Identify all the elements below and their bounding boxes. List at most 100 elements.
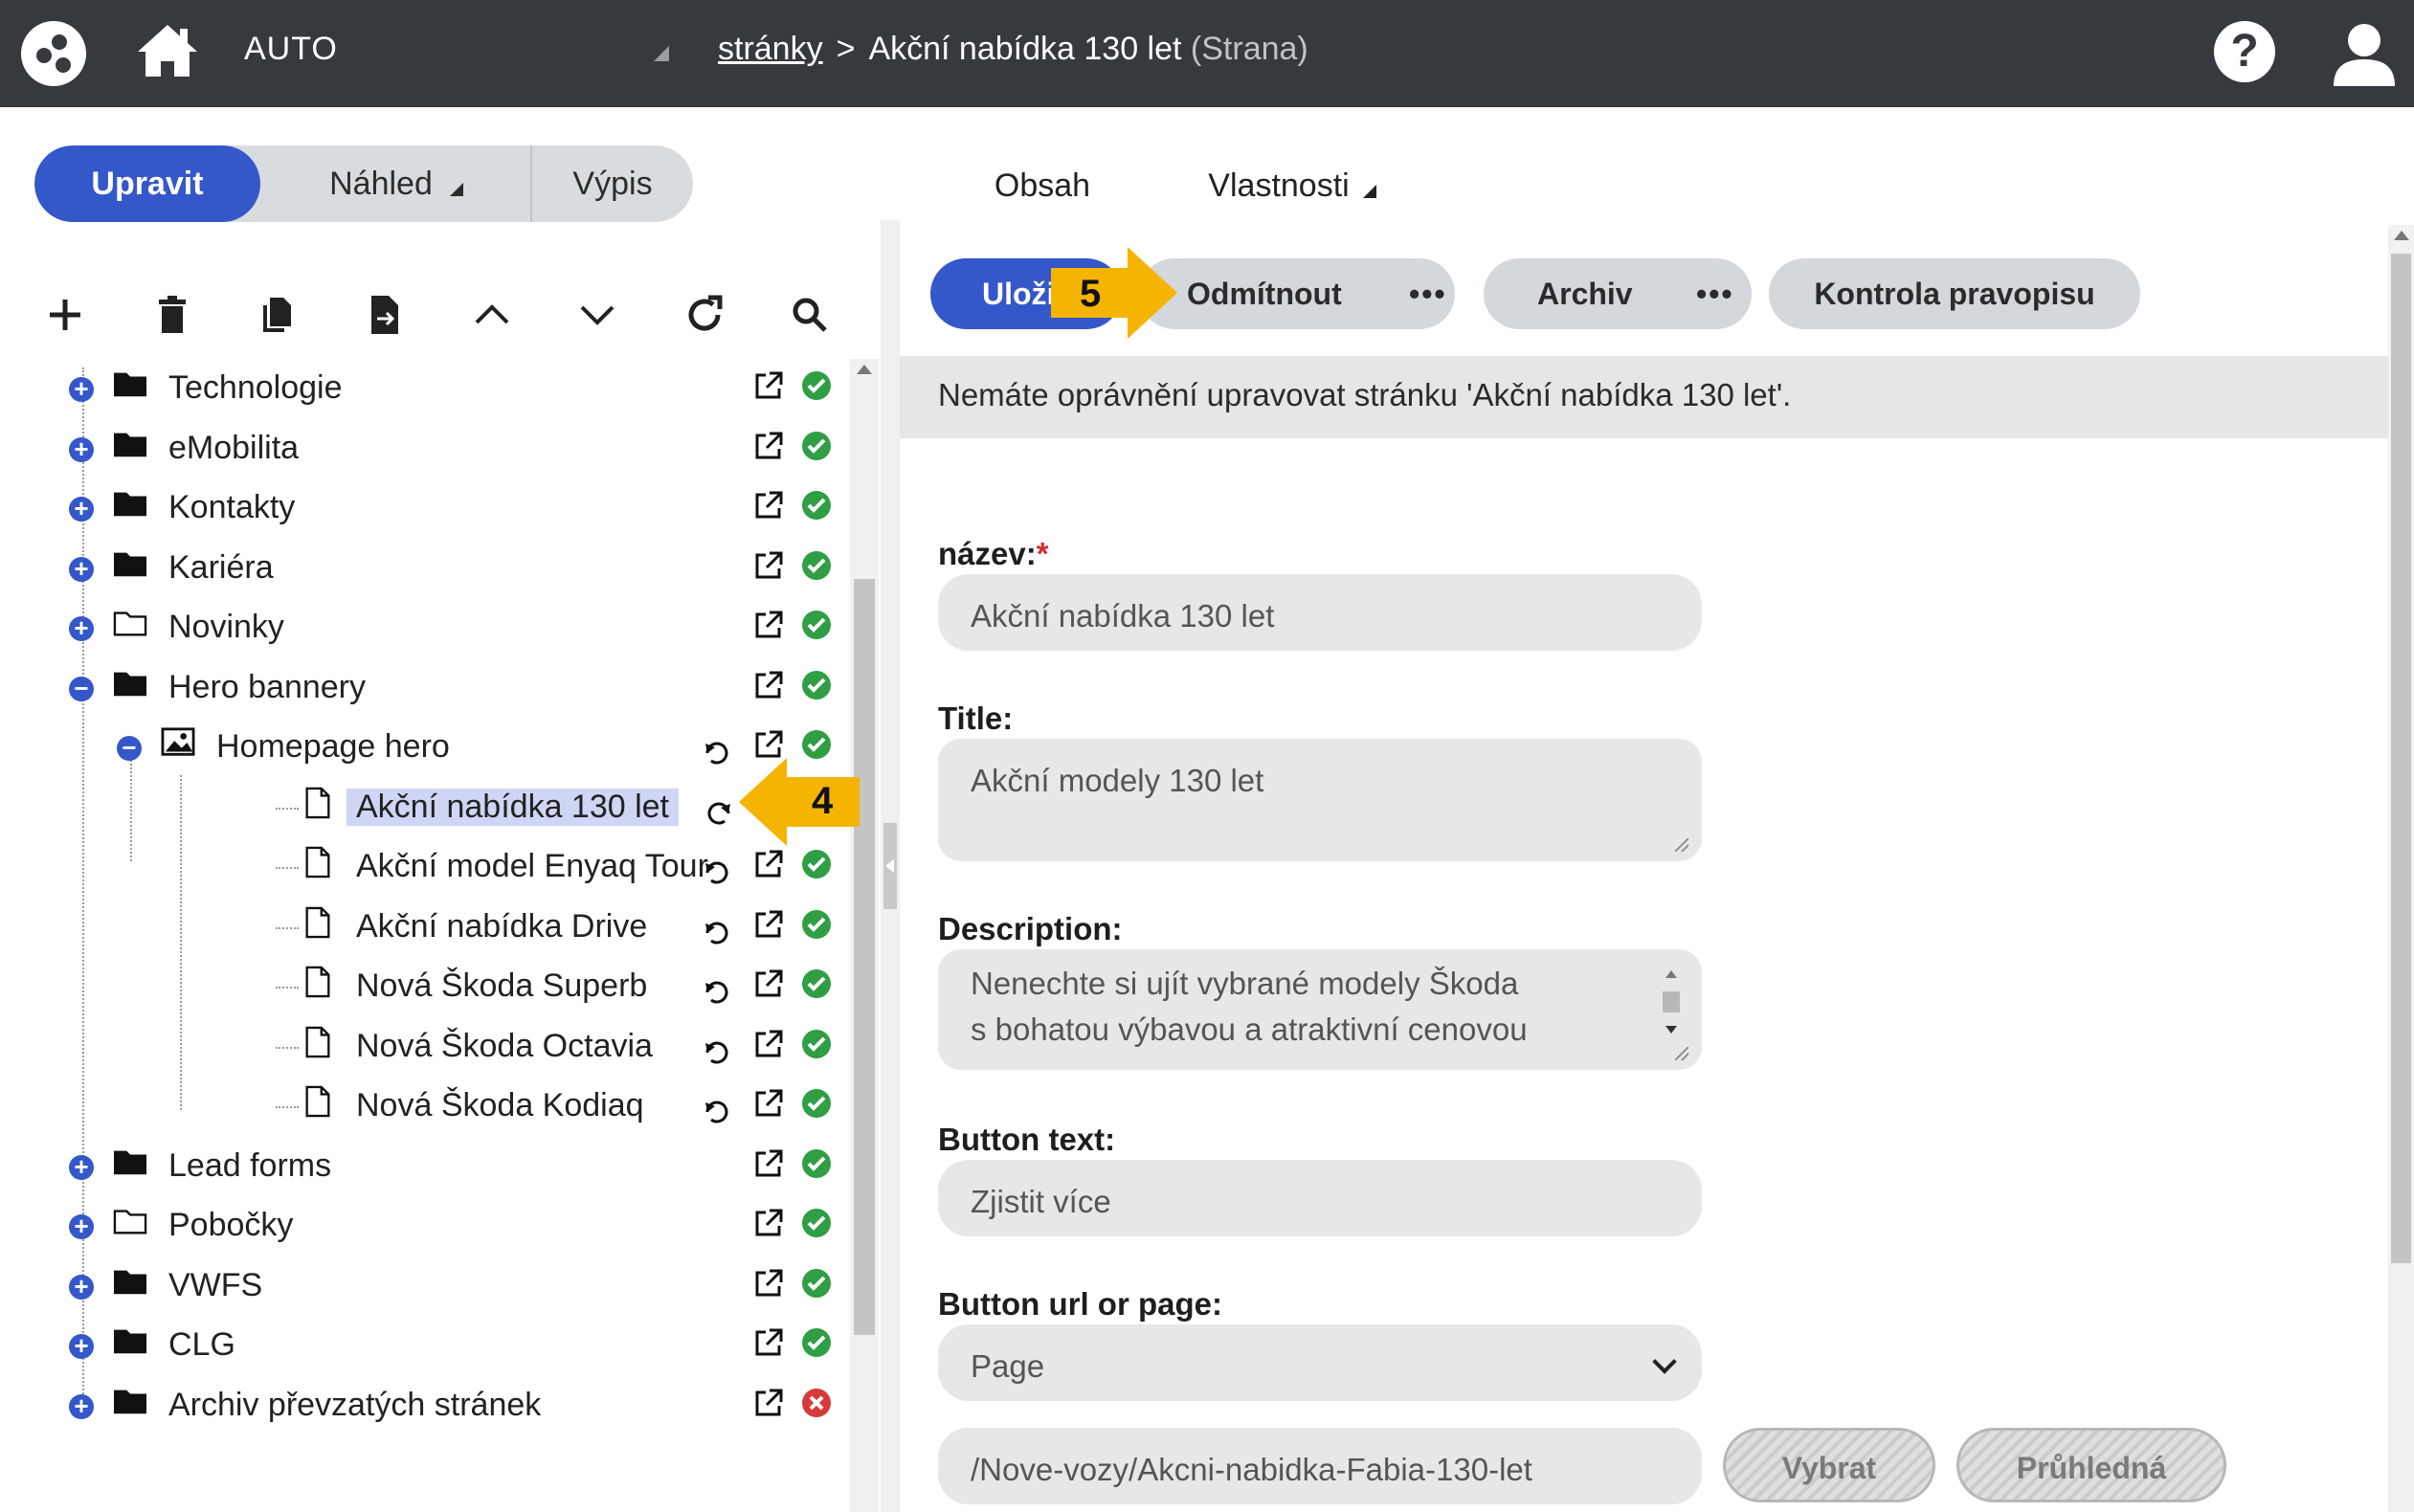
- open-external-icon[interactable]: [752, 609, 785, 641]
- tree-node[interactable]: − Hero bannery: [0, 661, 842, 715]
- open-external-icon[interactable]: [752, 1087, 785, 1120]
- tree-node[interactable]: + Kontakty: [0, 481, 842, 535]
- user-avatar-icon[interactable]: [2328, 17, 2401, 90]
- scroll-up-icon[interactable]: [2394, 231, 2409, 240]
- move-down-icon[interactable]: [574, 292, 620, 338]
- copy-icon[interactable]: [255, 292, 301, 338]
- description-textarea[interactable]: Nenechte si ujít vybrané modely Škoda s …: [938, 949, 1702, 1070]
- tree-node[interactable]: Nová Škoda Octavia: [0, 1020, 842, 1074]
- app-logo-icon[interactable]: [21, 21, 86, 86]
- expand-icon[interactable]: +: [69, 1213, 94, 1239]
- search-icon[interactable]: [787, 292, 833, 338]
- redo-icon[interactable]: [702, 912, 734, 945]
- tree-node[interactable]: + Lead forms: [0, 1140, 842, 1193]
- transparent-button[interactable]: Průhledná: [1956, 1428, 2226, 1502]
- breadcrumb-link-pages[interactable]: stránky: [718, 31, 823, 67]
- more-icon[interactable]: •••: [1409, 258, 1447, 329]
- open-external-icon[interactable]: [752, 1326, 785, 1359]
- tree-node-label[interactable]: Pobočky: [168, 1207, 293, 1244]
- tree-node-label[interactable]: VWFS: [168, 1267, 262, 1304]
- textarea-scrollbar[interactable]: [1660, 959, 1683, 1055]
- tree-node[interactable]: + Kariéra: [0, 542, 842, 595]
- more-icon[interactable]: •••: [1696, 258, 1734, 329]
- tree-node-label[interactable]: Novinky: [168, 609, 284, 646]
- tree-node-label[interactable]: Hero bannery: [168, 669, 366, 706]
- move-up-icon[interactable]: [469, 292, 515, 338]
- tree-node-label[interactable]: Kariéra: [168, 549, 274, 587]
- expand-icon[interactable]: +: [69, 1393, 94, 1419]
- resize-handle-icon[interactable]: [1675, 838, 1688, 852]
- tree-node[interactable]: Akční nabídka Drive: [0, 901, 842, 954]
- name-input[interactable]: Akční nabídka 130 let: [938, 574, 1702, 651]
- select-button[interactable]: Vybrat: [1723, 1428, 1935, 1502]
- tree-node-label[interactable]: Akční nabídka 130 let: [346, 788, 680, 826]
- tree-scroll-thumb[interactable]: [854, 579, 875, 1335]
- reject-button[interactable]: Odmítnout •••: [1139, 258, 1455, 329]
- expand-icon[interactable]: +: [69, 615, 94, 641]
- button-text-input[interactable]: Zjistit více: [938, 1160, 1702, 1236]
- tab-content[interactable]: Obsah: [938, 145, 1147, 226]
- tree-node[interactable]: + eMobilita: [0, 422, 842, 476]
- editor-scrollbar[interactable]: [2388, 225, 2414, 1512]
- mode-preview-button[interactable]: Náhled: [262, 145, 530, 222]
- tree-node[interactable]: + Pobočky: [0, 1199, 842, 1253]
- expand-icon[interactable]: +: [69, 1333, 94, 1359]
- tree-node-label[interactable]: Lead forms: [168, 1147, 331, 1185]
- expand-icon[interactable]: +: [69, 1274, 94, 1300]
- tree-node-label[interactable]: Technologie: [168, 369, 342, 407]
- redo-icon[interactable]: [702, 852, 734, 884]
- editor-scroll-thumb[interactable]: [2391, 254, 2411, 1263]
- tree-node-label[interactable]: Nová Škoda Superb: [356, 967, 647, 1005]
- spellcheck-button[interactable]: Kontrola pravopisu: [1769, 258, 2140, 329]
- expand-icon[interactable]: +: [69, 436, 94, 462]
- collapse-panel-icon[interactable]: [883, 823, 897, 909]
- expand-icon[interactable]: +: [69, 556, 94, 582]
- expand-icon[interactable]: +: [69, 376, 94, 402]
- tree-node[interactable]: Akční nabídka 130 let: [0, 781, 842, 834]
- redo-icon[interactable]: [702, 732, 734, 765]
- tree-node[interactable]: + Archiv převzatých stránek: [0, 1379, 842, 1433]
- move-icon[interactable]: [362, 292, 408, 338]
- scroll-up-icon[interactable]: [857, 365, 872, 374]
- expand-icon[interactable]: +: [69, 1154, 94, 1180]
- tree-node-label[interactable]: Archiv převzatých stránek: [168, 1387, 541, 1424]
- tree-node[interactable]: + Technologie: [0, 362, 842, 415]
- tree-node-label[interactable]: eMobilita: [168, 430, 299, 467]
- tree-node-label[interactable]: CLG: [168, 1326, 235, 1364]
- delete-icon[interactable]: [149, 292, 195, 338]
- breadcrumb-toggle-icon[interactable]: [654, 46, 669, 61]
- home-icon[interactable]: [134, 21, 201, 80]
- tree-node-label[interactable]: Nová Škoda Octavia: [356, 1028, 653, 1065]
- tree-node-label[interactable]: Akční nabídka Drive: [356, 908, 647, 945]
- tree-node[interactable]: + Novinky: [0, 601, 842, 655]
- url-input[interactable]: /Nove-vozy/Akcni-nabidka-Fabia-130-let: [938, 1428, 1702, 1504]
- tab-properties[interactable]: Vlastnosti: [1177, 145, 1407, 226]
- tree-node-label[interactable]: Nová Škoda Kodiaq: [356, 1087, 644, 1124]
- mode-edit-button[interactable]: Upravit: [34, 145, 260, 222]
- tree-node[interactable]: + VWFS: [0, 1259, 842, 1313]
- redo-icon[interactable]: [702, 1091, 734, 1123]
- open-external-icon[interactable]: [752, 908, 785, 941]
- tree-node-label[interactable]: Akční model Enyaq Tour: [356, 848, 708, 885]
- tree-node-label[interactable]: Kontakty: [168, 489, 295, 526]
- help-icon[interactable]: ?: [2214, 21, 2275, 82]
- redo-icon[interactable]: [702, 971, 734, 1004]
- open-external-icon[interactable]: [752, 1028, 785, 1060]
- collapse-icon[interactable]: −: [69, 676, 94, 701]
- open-external-icon[interactable]: [752, 1147, 785, 1180]
- open-external-icon[interactable]: [752, 549, 785, 582]
- open-external-icon[interactable]: [752, 967, 785, 1000]
- open-external-icon[interactable]: [752, 1267, 785, 1300]
- open-external-icon[interactable]: [752, 369, 785, 402]
- refresh-icon[interactable]: [682, 292, 727, 338]
- tree-node-label[interactable]: Homepage hero: [216, 728, 450, 766]
- tree-node[interactable]: Akční model Enyaq Tour: [0, 840, 842, 894]
- title-textarea[interactable]: Akční modely 130 let: [938, 739, 1702, 861]
- panel-splitter[interactable]: [881, 220, 900, 1512]
- tree-scrollbar[interactable]: [850, 359, 879, 1512]
- expand-icon[interactable]: +: [69, 496, 94, 522]
- mode-list-button[interactable]: Výpis: [532, 145, 693, 222]
- open-external-icon[interactable]: [752, 489, 785, 522]
- open-external-icon[interactable]: [752, 430, 785, 462]
- undo-icon[interactable]: [702, 792, 734, 825]
